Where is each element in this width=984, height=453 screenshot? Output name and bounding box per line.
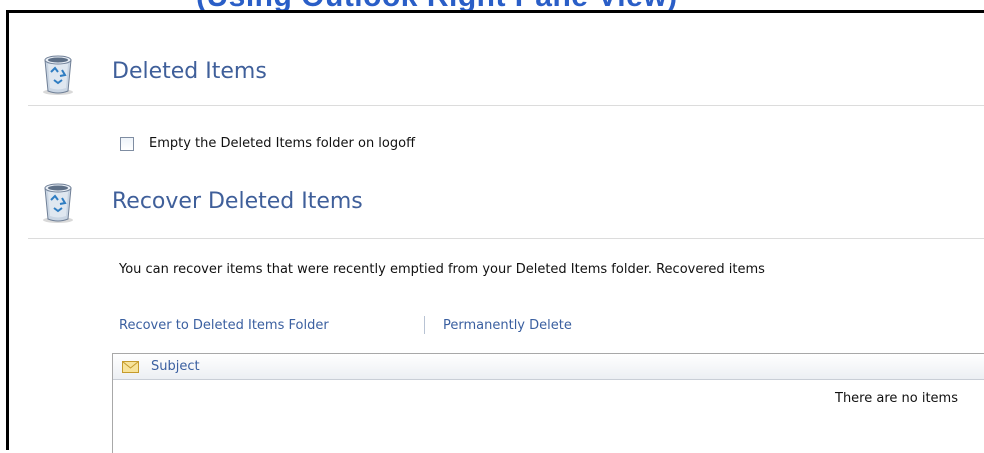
envelope-icon: [122, 361, 139, 373]
empty-on-logoff-label: Empty the Deleted Items folder on logoff: [149, 136, 416, 151]
column-header-subject[interactable]: Subject: [151, 359, 200, 374]
permanently-delete-link[interactable]: Permanently Delete: [443, 318, 572, 333]
deleted-items-title: Deleted Items: [112, 59, 267, 84]
empty-table-message: There are no items: [835, 391, 958, 406]
recover-description: You can recover items that were recently…: [119, 262, 765, 277]
recover-to-deleted-items-link[interactable]: Recover to Deleted Items Folder: [119, 318, 329, 333]
empty-on-logoff-checkbox[interactable]: [120, 137, 134, 151]
top-caption-text: (Using Outlook Right Pane View): [196, 0, 678, 10]
divider: [28, 238, 984, 239]
recycle-bin-icon: [37, 178, 79, 224]
recover-deleted-items-title: Recover Deleted Items: [112, 189, 363, 214]
recoverable-items-table: Subject There are no items: [112, 353, 984, 453]
recycle-bin-icon: [37, 50, 79, 96]
top-caption: (Using Outlook Right Pane View): [0, 0, 984, 10]
table-header: Subject: [113, 354, 984, 380]
divider: [28, 105, 984, 106]
link-separator: [424, 316, 425, 334]
